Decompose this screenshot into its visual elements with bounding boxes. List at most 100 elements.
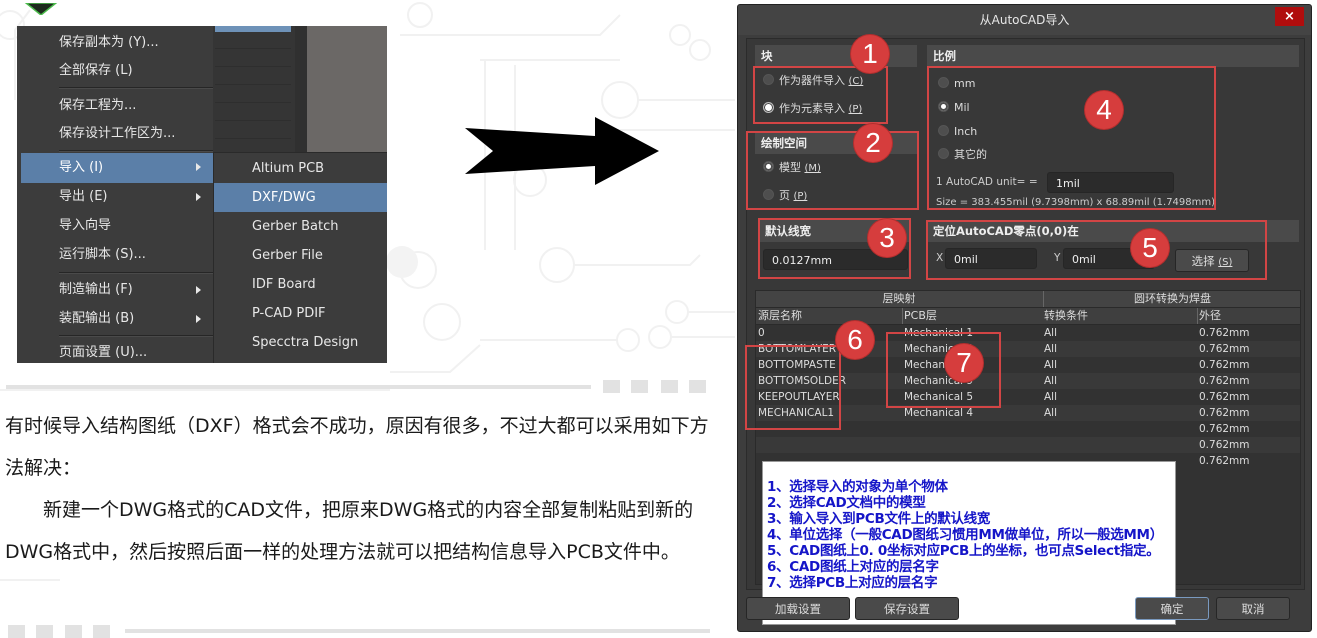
annotation-badge-2: 2 [854, 124, 892, 162]
menu-item-save-workspace-as[interactable]: 保存设计工作区为... [17, 120, 213, 148]
autocad-import-dialog: 从AutoCAD导入 × 块 作为器件导入 (C) 作为元素导入 (P) 绘制空… [737, 4, 1312, 632]
submenu-arrow-icon [196, 193, 201, 201]
annotation-box-4 [927, 66, 1216, 210]
cell-source-layer: 0 [758, 327, 765, 339]
submenu-item-gerber-batch[interactable]: Gerber Batch [214, 212, 387, 241]
dialog-title: 从AutoCAD导入 [738, 5, 1311, 35]
cell-outer-diameter: 0.762mm [1199, 391, 1250, 403]
cell-condition: All [1044, 375, 1058, 387]
menu-item-save-project-as[interactable]: 保存工程为... [17, 92, 213, 120]
note-line: 6、CAD图纸上对应的层名字 [767, 559, 939, 575]
cell-condition: All [1044, 359, 1058, 371]
cell-outer-diameter: 0.762mm [1199, 455, 1250, 467]
article-paragraph-2: 新建一个DWG格式的CAD文件，把原来DWG格式的内容全部复制粘贴到新的DWG格… [5, 499, 694, 563]
menu-item-import-wizard[interactable]: 导入向导 [17, 212, 213, 240]
cell-outer-diameter: 0.762mm [1199, 359, 1250, 371]
block-section-heading: 块 [755, 45, 917, 67]
table-group-header: 层映射 圆环转换为焊盘 [756, 291, 1300, 308]
background-panel [213, 26, 295, 152]
save-settings-button[interactable]: 保存设置 [855, 597, 959, 620]
submenu-arrow-icon [196, 286, 201, 294]
column-header-pcb-layer[interactable]: PCB层 [902, 308, 937, 324]
submenu-arrow-icon [196, 315, 201, 323]
right-arrow-icon [465, 117, 659, 185]
menu-separator [59, 87, 213, 89]
divider-square [8, 625, 25, 638]
menu-item-fabrication-outputs[interactable]: 制造输出 (F) [17, 276, 213, 304]
divider-square [93, 625, 110, 638]
panel-tab [215, 26, 291, 32]
submenu-item-altium-pcb[interactable]: Altium PCB [214, 154, 387, 183]
cell-outer-diameter: 0.762mm [1199, 327, 1250, 339]
column-header-condition[interactable]: 转换条件 [1044, 308, 1088, 324]
annotation-badge-5: 5 [1131, 229, 1169, 267]
annotation-box-6 [745, 345, 841, 430]
cell-outer-diameter: 0.762mm [1199, 343, 1250, 355]
group-header-layer-mapping: 层映射 [882, 292, 916, 305]
article-paragraph-1: 有时候导入结构图纸（DXF）格式会不成功，原因有很多，不过大都可以采用如下方法解… [5, 415, 709, 479]
column-header-source-layer[interactable]: 源层名称 [758, 308, 802, 324]
submenu-item-dxf-dwg[interactable]: DXF/DWG [214, 183, 387, 212]
close-button[interactable]: × [1275, 7, 1304, 26]
menu-item-run-script[interactable]: 运行脚本 (S)... [17, 241, 213, 269]
note-line: 3、输入导入到PCB文件上的默认线宽 [767, 511, 991, 527]
submenu-arrow-icon [196, 163, 201, 171]
scale-section-heading: 比例 [927, 45, 1299, 67]
dialog-body: 块 作为器件导入 (C) 作为元素导入 (P) 绘制空间 模型 (M) 页 (P… [745, 35, 1305, 625]
menu-item-export[interactable]: 导出 (E) [17, 183, 213, 211]
background-scrollbar [295, 26, 307, 152]
divider-square [65, 625, 82, 638]
file-menu-screenshot: 保存副本为 (Y)... 全部保存 (L) 保存工程为... 保存设计工作区为.… [17, 26, 387, 363]
annotation-badge-6: 6 [836, 321, 874, 359]
divider-bar [6, 385, 591, 389]
table-row[interactable]: 0.762mm [756, 437, 1300, 453]
logo-corner [18, 0, 64, 16]
background-canvas [307, 26, 387, 152]
menu-item-save-all[interactable]: 全部保存 (L) [17, 57, 213, 85]
menu-item-assembly-outputs[interactable]: 装配输出 (B) [17, 305, 213, 333]
divider-square [661, 380, 678, 393]
annotation-box-2 [746, 131, 919, 210]
menu-separator [59, 335, 213, 337]
import-submenu: Altium PCB DXF/DWG Gerber Batch Gerber F… [213, 152, 387, 363]
cell-condition: All [1044, 391, 1058, 403]
cancel-button[interactable]: 取消 [1216, 597, 1290, 620]
menu-item-import[interactable]: 导入 (I) [21, 153, 213, 183]
submenu-item-gerber-file[interactable]: Gerber File [214, 241, 387, 270]
annotation-box-1 [753, 66, 888, 124]
divider-bar [125, 629, 710, 633]
table-column-header: 源层名称 PCB层 转换条件 外径 [756, 308, 1300, 325]
submenu-item-specctra-design[interactable]: Specctra Design [214, 328, 387, 357]
ok-button[interactable]: 确定 [1135, 597, 1209, 620]
divider-square [631, 380, 648, 393]
column-header-outer-diameter[interactable]: 外径 [1197, 308, 1221, 324]
menu-separator [59, 272, 213, 274]
annotation-badge-3: 3 [868, 219, 906, 257]
annotation-box-7 [886, 332, 1001, 408]
cell-outer-diameter: 0.762mm [1199, 375, 1250, 387]
divider-square [603, 380, 620, 393]
cell-outer-diameter: 0.762mm [1199, 423, 1250, 435]
menu-item-save-copy-as[interactable]: 保存副本为 (Y)... [17, 29, 213, 57]
annotation-badge-1: 1 [851, 35, 889, 73]
group-header-ring-to-pad: 圆环转换为焊盘 [1043, 291, 1301, 307]
annotation-box-5 [926, 220, 1267, 280]
menu-separator [59, 150, 213, 152]
annotation-badge-4: 4 [1085, 91, 1123, 129]
load-settings-button[interactable]: 加载设置 [746, 597, 850, 620]
menu-item-page-setup[interactable]: 页面设置 (U)... [17, 339, 213, 363]
note-line: 7、选择PCB上对应的层名字 [767, 575, 938, 591]
note-line: 2、选择CAD文档中的模型 [767, 495, 926, 511]
note-line: 5、CAD图纸上0. 0坐标对应PCB上的坐标，也可点Select指定。 [767, 543, 1160, 559]
cell-condition: All [1044, 343, 1058, 355]
file-menu: 保存副本为 (Y)... 全部保存 (L) 保存工程为... 保存设计工作区为.… [17, 26, 213, 363]
divider-square [689, 380, 706, 393]
note-line: 1、选择导入的对象为单个物体 [767, 479, 948, 495]
cell-outer-diameter: 0.762mm [1199, 439, 1250, 451]
cell-outer-diameter: 0.762mm [1199, 407, 1250, 419]
article-text: 有时候导入结构图纸（DXF）格式会不成功，原因有很多，不过大都可以采用如下方法解… [5, 405, 717, 573]
note-line: 4、单位选择（一般CAD图纸习惯用MM做单位，所以一般选MM） [767, 527, 1163, 543]
submenu-item-idf-board[interactable]: IDF Board [214, 270, 387, 299]
cell-condition: All [1044, 327, 1058, 339]
submenu-item-pcad-pdif[interactable]: P-CAD PDIF [214, 299, 387, 328]
